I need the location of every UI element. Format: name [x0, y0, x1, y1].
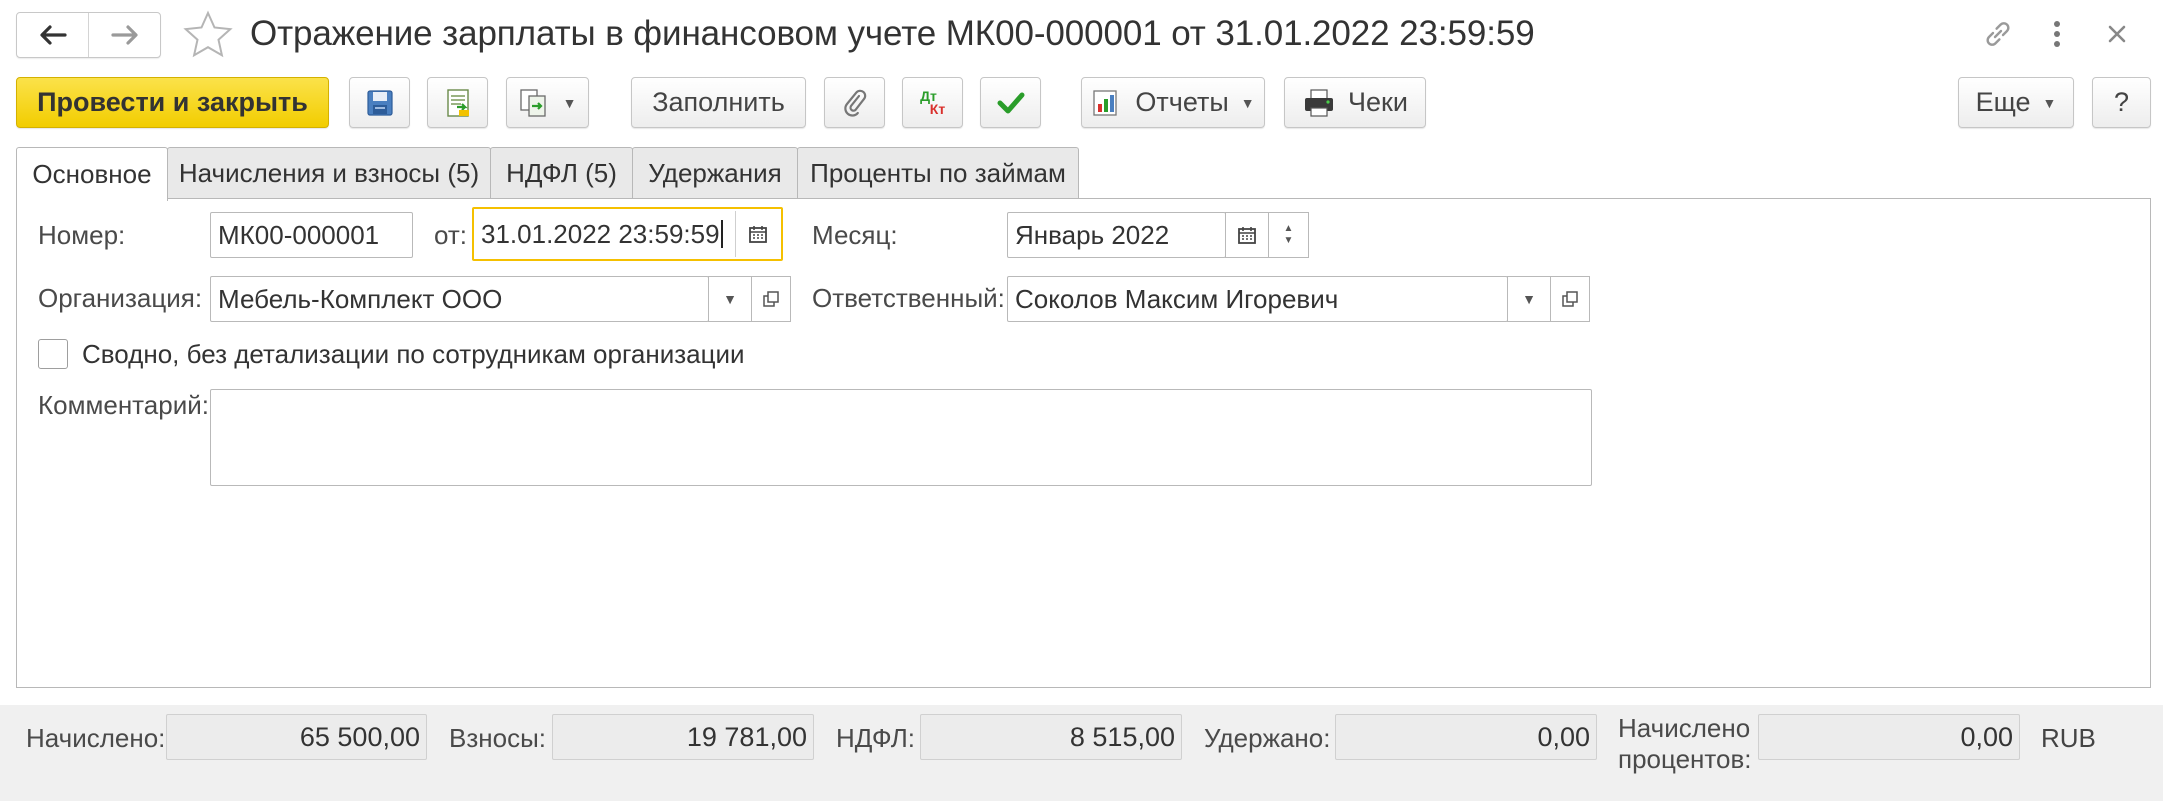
help-button[interactable]: ? — [2092, 77, 2151, 128]
month-calendar-button[interactable] — [1225, 212, 1269, 258]
dt-kt-button[interactable]: Дт Кт — [902, 77, 963, 128]
tab-loan-interest[interactable]: Проценты по займам — [797, 147, 1079, 199]
tab-deductions[interactable]: Удержания — [632, 147, 798, 199]
document-title: Отражение зарплаты в финансовом учете МК… — [250, 14, 1535, 53]
withheld-value: 0,00 — [1335, 714, 1597, 760]
tab-accruals-contributions[interactable]: Начисления и взносы (5) — [167, 147, 491, 199]
interest-label-line2: процентов: — [1618, 744, 1752, 774]
month-stepper[interactable]: ▲ ▼ — [1268, 212, 1309, 258]
more-actions-button[interactable] — [2037, 14, 2077, 54]
withheld-label: Удержано: — [1204, 723, 1331, 753]
comment-label: Комментарий: — [38, 390, 209, 420]
organization-field[interactable]: Мебель-Комплект ООО — [210, 276, 709, 322]
open-form-icon — [763, 291, 779, 307]
create-based-on-button[interactable]: ▼ — [506, 77, 589, 128]
reports-icon — [1093, 89, 1118, 116]
chevron-down-icon: ▼ — [2042, 94, 2057, 111]
forward-arrow-icon — [110, 25, 138, 45]
accrued-value: 65 500,00 — [166, 714, 427, 760]
back-arrow-icon — [39, 25, 67, 45]
month-label: Месяц: — [812, 220, 898, 250]
back-button[interactable] — [17, 13, 88, 57]
stepper-down-icon: ▼ — [1283, 235, 1294, 246]
responsible-dropdown-button[interactable]: ▼ — [1507, 276, 1551, 322]
comment-field[interactable] — [210, 389, 1592, 486]
save-button[interactable] — [349, 77, 410, 128]
attach-file-button[interactable] — [824, 77, 885, 128]
link-button[interactable] — [1978, 14, 2018, 54]
date-label: от: — [434, 220, 468, 250]
open-form-icon — [1562, 291, 1578, 307]
interest-value: 0,00 — [1758, 714, 2020, 760]
responsible-label: Ответственный: — [812, 283, 1005, 313]
attach-icon — [843, 89, 866, 117]
tab-ndfl[interactable]: НДФЛ (5) — [490, 147, 633, 199]
link-icon — [1986, 22, 2010, 46]
create-based-icon — [519, 88, 546, 117]
forward-button[interactable] — [88, 13, 160, 57]
chevron-down-icon: ▼ — [562, 94, 577, 111]
close-icon — [2108, 25, 2126, 43]
more-label: Еще — [1975, 87, 2031, 117]
ndfl-label: НДФЛ: — [836, 723, 916, 753]
post-icon — [446, 88, 469, 117]
responsible-open-button[interactable] — [1550, 276, 1590, 322]
text-cursor — [720, 220, 723, 248]
fill-button[interactable]: Заполнить — [631, 77, 806, 128]
date-calendar-button[interactable] — [735, 211, 779, 257]
contributions-label: Взносы: — [449, 723, 546, 753]
check-icon — [997, 92, 1024, 113]
check-button[interactable] — [980, 77, 1041, 128]
chevron-down-icon: ▼ — [1522, 291, 1536, 307]
calendar-icon — [748, 226, 767, 243]
tab-main[interactable]: Основное — [16, 147, 168, 201]
organization-label: Организация: — [38, 283, 203, 313]
post-button[interactable] — [427, 77, 488, 128]
summary-checkbox-label[interactable]: Сводно, без детализации по сотрудникам о… — [82, 338, 745, 370]
reports-button[interactable]: Отчеты ▼ — [1081, 77, 1265, 128]
interest-label: Начислено процентов: — [1618, 713, 1752, 775]
receipts-button[interactable]: Чеки — [1284, 77, 1426, 128]
star-icon[interactable] — [182, 9, 234, 61]
printer-icon — [1305, 88, 1334, 117]
close-button[interactable] — [2097, 14, 2137, 54]
organization-dropdown-button[interactable]: ▼ — [708, 276, 752, 322]
ndfl-value: 8 515,00 — [920, 714, 1182, 760]
calendar-icon — [1238, 227, 1256, 244]
number-field[interactable]: МК00-000001 — [210, 212, 413, 258]
month-field[interactable]: Январь 2022 — [1007, 212, 1226, 258]
summary-checkbox[interactable] — [38, 339, 68, 369]
more-vert-icon — [2054, 21, 2060, 47]
nav-button-group — [16, 12, 161, 58]
organization-open-button[interactable] — [751, 276, 791, 322]
date-value: 31.01.2022 23:59:59 — [481, 218, 720, 249]
chevron-down-icon: ▼ — [1240, 94, 1255, 111]
receipts-label: Чеки — [1348, 87, 1408, 117]
stepper-up-icon: ▲ — [1283, 223, 1294, 234]
reports-label: Отчеты — [1135, 87, 1229, 117]
post-and-close-button[interactable]: Провести и закрыть — [16, 77, 329, 128]
currency-label: RUB — [2041, 723, 2096, 753]
accrued-label: Начислено: — [26, 723, 166, 753]
chevron-down-icon: ▼ — [723, 291, 737, 307]
responsible-field[interactable]: Соколов Максим Игоревич — [1007, 276, 1508, 322]
kt-label: Кт — [929, 100, 946, 117]
more-button[interactable]: Еще ▼ — [1958, 77, 2074, 128]
dt-kt-icon: Дт Кт — [920, 89, 946, 117]
save-icon — [366, 89, 393, 116]
number-label: Номер: — [38, 220, 126, 250]
interest-label-line1: Начислено — [1618, 713, 1751, 743]
contributions-value: 19 781,00 — [552, 714, 814, 760]
